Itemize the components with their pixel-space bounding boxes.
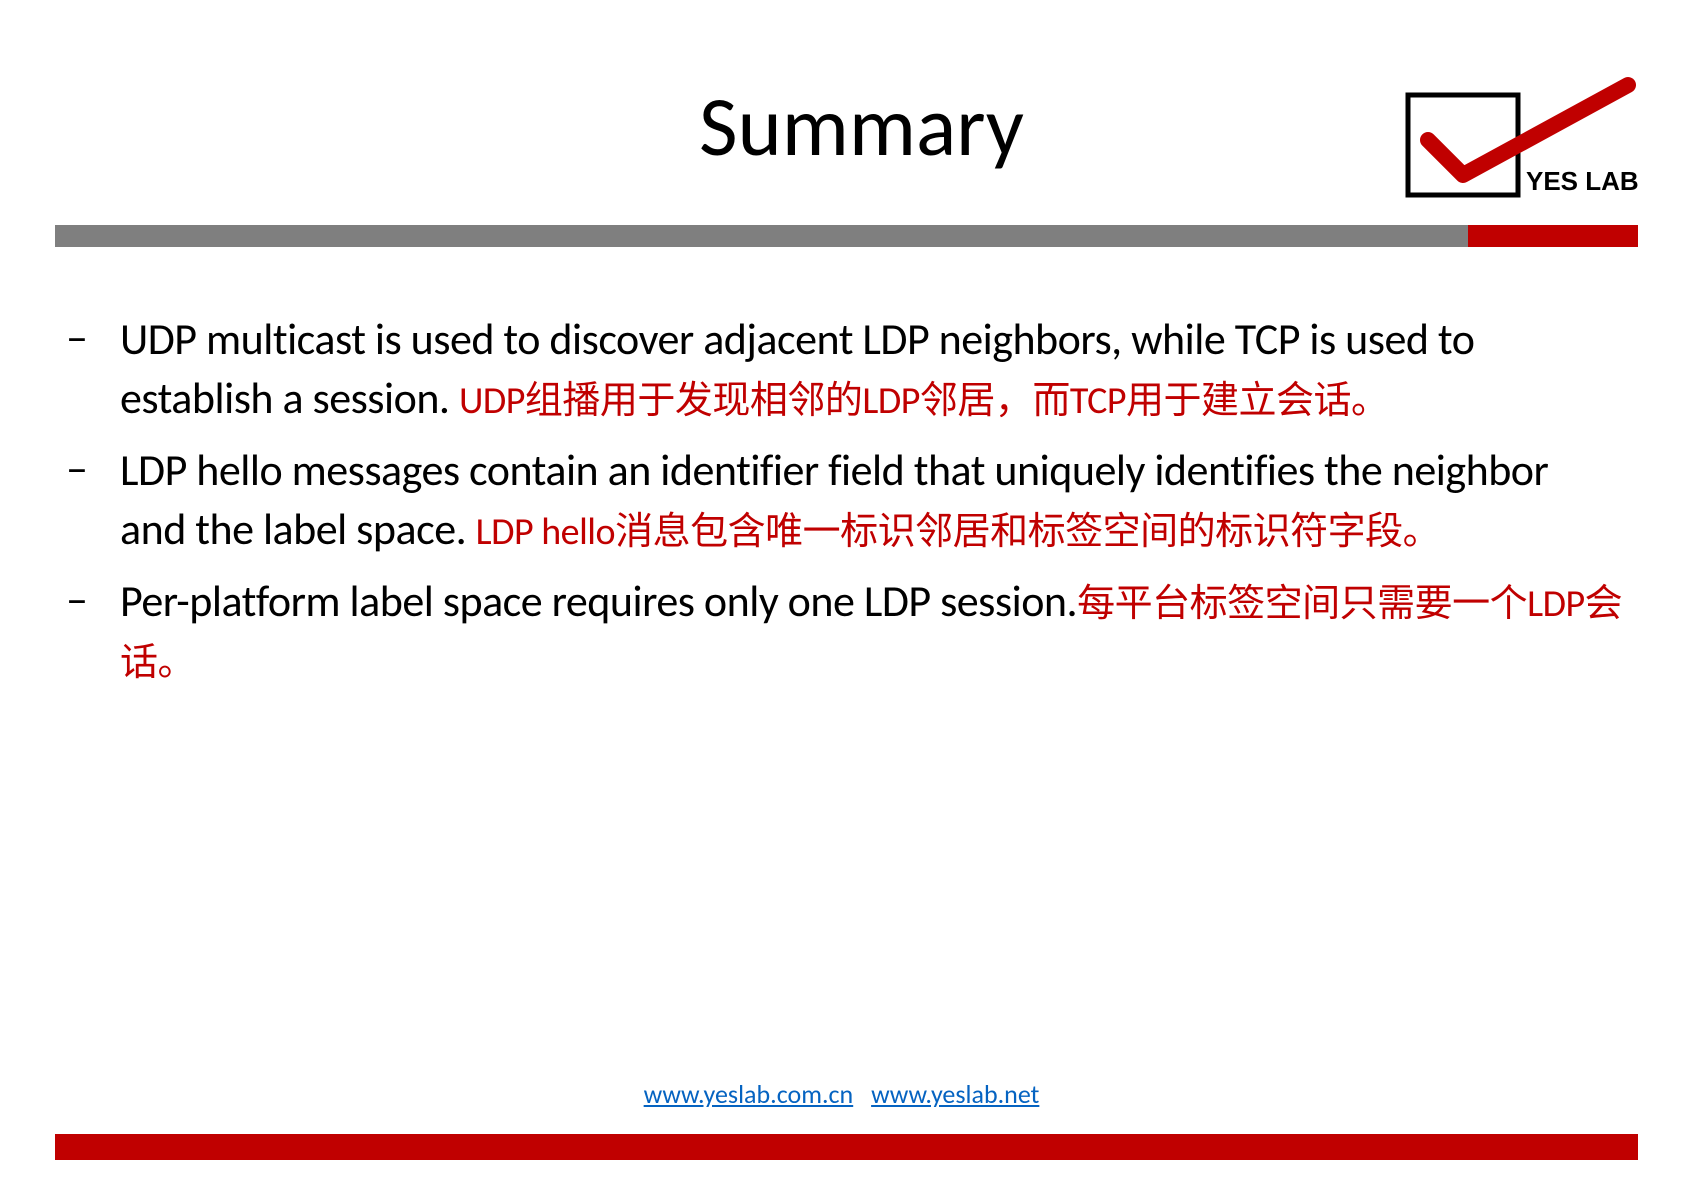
footer-link-net[interactable]: www.yeslab.net bbox=[871, 1078, 1039, 1110]
footer-link-cn[interactable]: www.yeslab.com.cn bbox=[644, 1078, 854, 1110]
bullet-dash-icon: – bbox=[60, 441, 120, 560]
footer-bar bbox=[55, 1134, 1638, 1160]
header-divider bbox=[55, 225, 1638, 247]
bullet-item: – Per-platform label space requires only… bbox=[60, 572, 1623, 691]
bullet-text: LDP hello messages contain an identifier… bbox=[120, 441, 1623, 560]
header-divider-accent bbox=[1468, 225, 1638, 247]
footer-links: www.yeslab.com.cn www.yeslab.net bbox=[0, 1078, 1683, 1110]
bullet-zh: LDP hello消息包含唯一标识邻居和标签空间的标识符字段。 bbox=[476, 509, 1440, 555]
slide-content: – UDP multicast is used to discover adja… bbox=[60, 310, 1623, 702]
slide-title: Summary bbox=[699, 75, 1024, 178]
bullet-item: – LDP hello messages contain an identifi… bbox=[60, 441, 1623, 560]
bullet-zh: UDP组播用于发现相邻的LDP邻居，而TCP用于建立会话。 bbox=[459, 378, 1389, 424]
bullet-text: Per-platform label space requires only o… bbox=[120, 572, 1623, 691]
yeslab-logo: YES LAB bbox=[1398, 75, 1638, 205]
bullet-item: – UDP multicast is used to discover adja… bbox=[60, 310, 1623, 429]
logo-text: YES LAB bbox=[1526, 166, 1638, 196]
bullet-text: UDP multicast is used to discover adjace… bbox=[120, 310, 1623, 429]
bullet-en: Per-platform label space requires only o… bbox=[120, 574, 1077, 628]
bullet-dash-icon: – bbox=[60, 310, 120, 429]
bullet-dash-icon: – bbox=[60, 572, 120, 691]
